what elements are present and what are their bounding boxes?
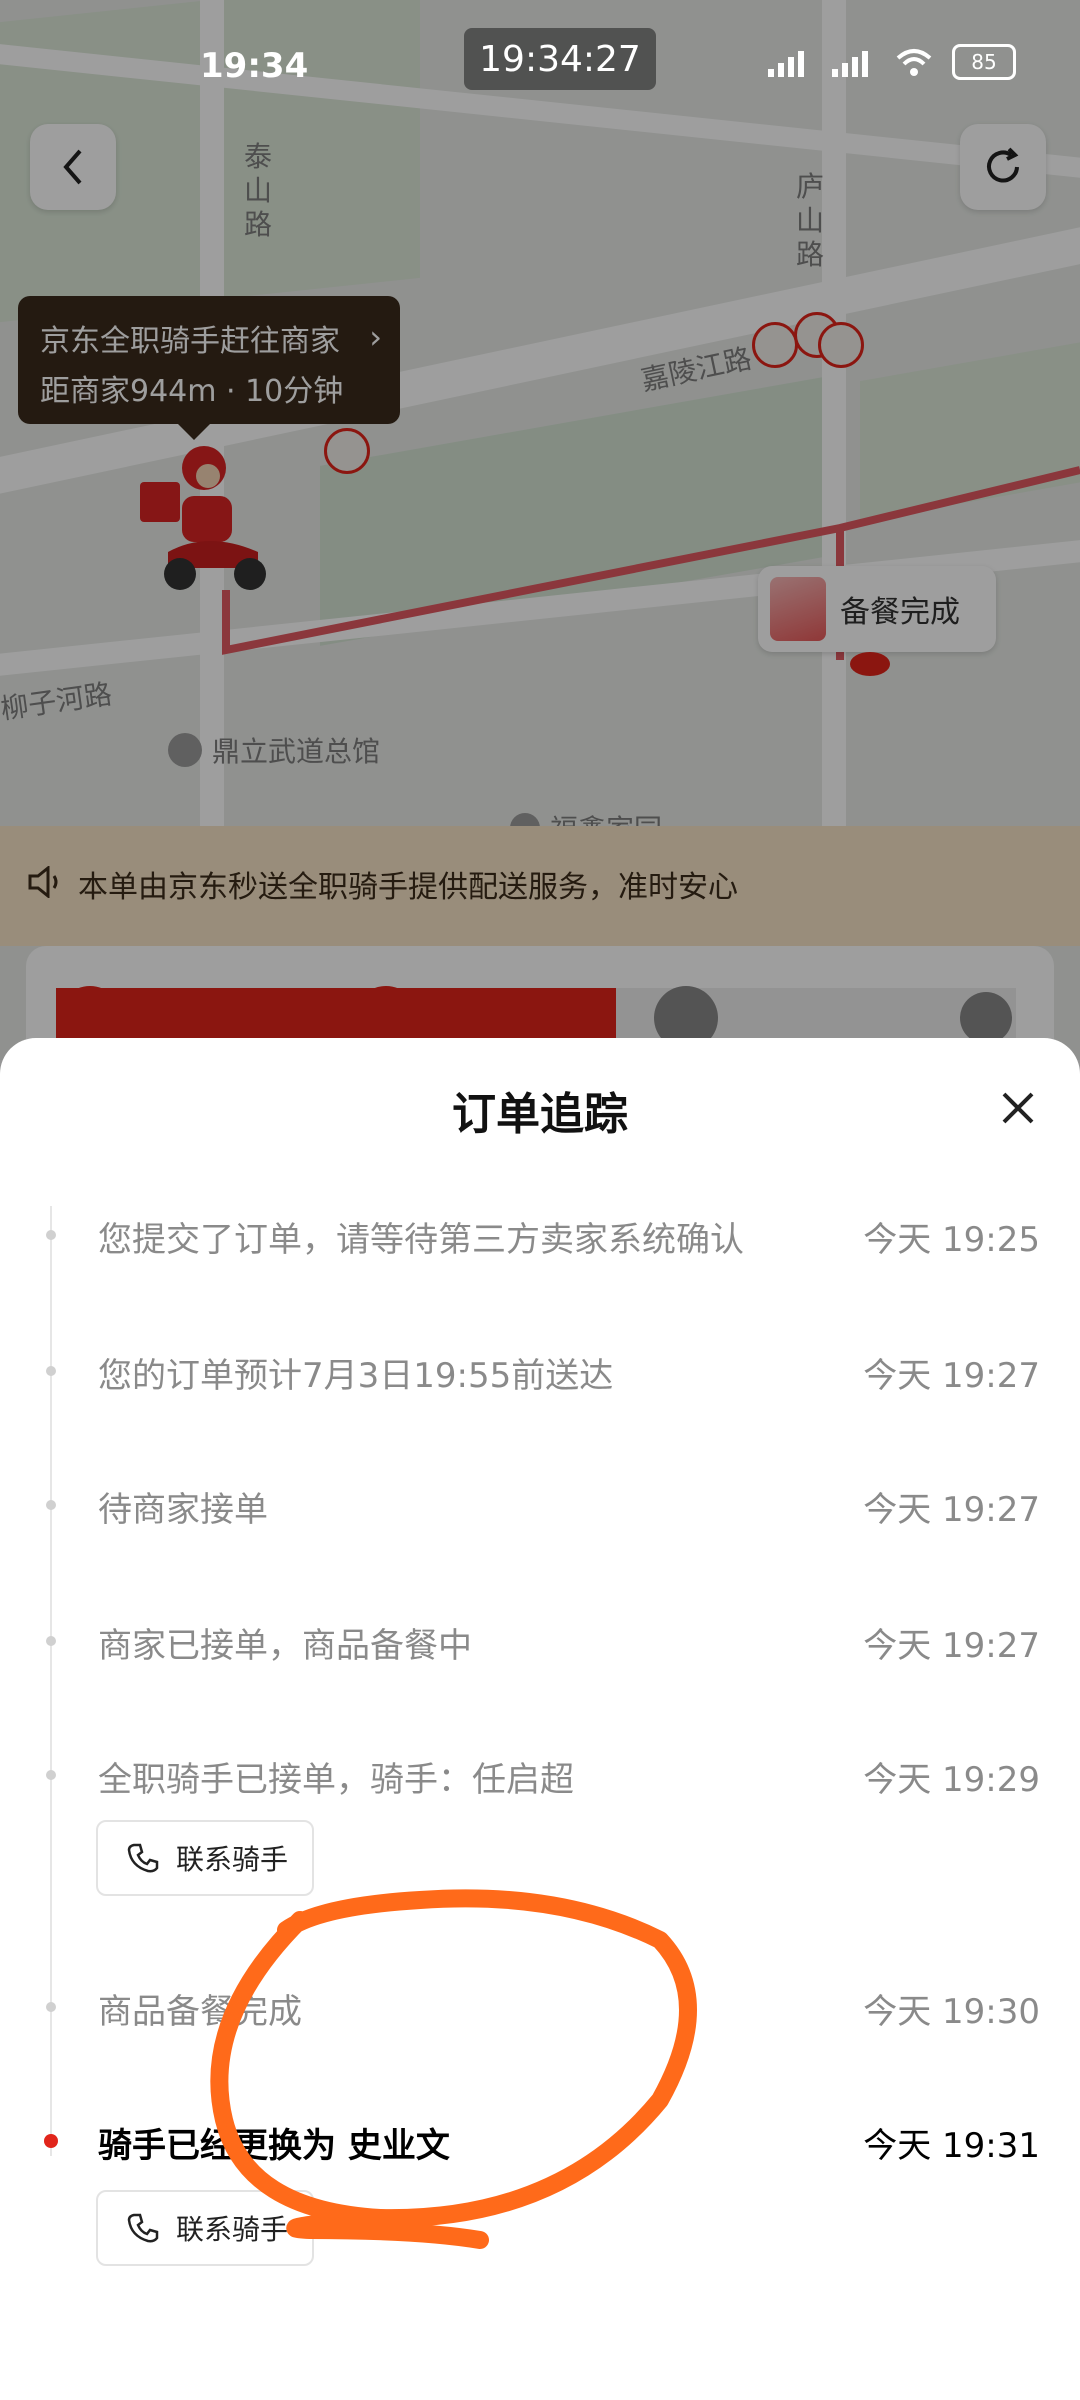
timeline-text: 商品备餐完成 xyxy=(98,1992,302,2032)
timeline-text: 待商家接单 xyxy=(98,1490,268,1530)
timeline-dot xyxy=(46,1230,56,1240)
timeline-dot-active xyxy=(44,2134,58,2148)
signal-icon xyxy=(832,51,868,77)
timeline-text: 您的订单预计7月3日19:55前送达 xyxy=(98,1356,614,1396)
sheet-title: 订单追踪 xyxy=(452,1089,628,1140)
contact-rider-label: 联系骑手 xyxy=(176,1843,289,1876)
timeline-time: 今天 19:30 xyxy=(863,1992,1040,2032)
phone-icon xyxy=(127,2213,159,2243)
timeline-text: 商家已接单，商品备餐中 xyxy=(98,1626,472,1666)
timeline-dot xyxy=(46,2002,56,2012)
timeline-dot xyxy=(46,1366,56,1376)
contact-rider-button[interactable]: 联系骑手 xyxy=(96,1820,314,1896)
timeline-time: 今天 19:31 xyxy=(863,2126,1040,2166)
contact-rider-button[interactable]: 联系骑手 xyxy=(96,2190,314,2266)
order-tracking-sheet: 订单追踪 您提交了订单，请等待第三方卖家系统确认 今天 19:25 您的订单预计… xyxy=(0,1038,1080,2400)
phone-icon xyxy=(127,1843,159,1873)
timeline-text: 全职骑手已接单，骑手：任启超 xyxy=(98,1760,574,1800)
timeline-time: 今天 19:27 xyxy=(863,1356,1040,1396)
timeline-time: 今天 19:27 xyxy=(863,1626,1040,1666)
timeline-dot xyxy=(46,1500,56,1510)
close-icon[interactable] xyxy=(996,1086,1040,1130)
timeline-time: 今天 19:29 xyxy=(863,1760,1040,1800)
timeline-time: 今天 19:25 xyxy=(863,1220,1040,1260)
status-icons: 85 xyxy=(766,44,1016,80)
timeline-dot xyxy=(46,1636,56,1646)
signal-icon xyxy=(768,51,804,77)
screen-recording-time: 19:34:27 xyxy=(464,28,656,90)
timeline-text: 骑手已经更换为 史业文 xyxy=(98,2126,450,2166)
timeline-text: 您提交了订单，请等待第三方卖家系统确认 xyxy=(98,1220,744,1260)
wifi-icon xyxy=(896,49,932,76)
timeline-line xyxy=(50,1206,52,2156)
contact-rider-label: 联系骑手 xyxy=(176,2213,289,2246)
timeline-time: 今天 19:27 xyxy=(863,1490,1040,1530)
battery-indicator: 85 xyxy=(952,44,1016,80)
timeline-dot xyxy=(46,1770,56,1780)
status-clock: 19:34 xyxy=(200,46,309,86)
